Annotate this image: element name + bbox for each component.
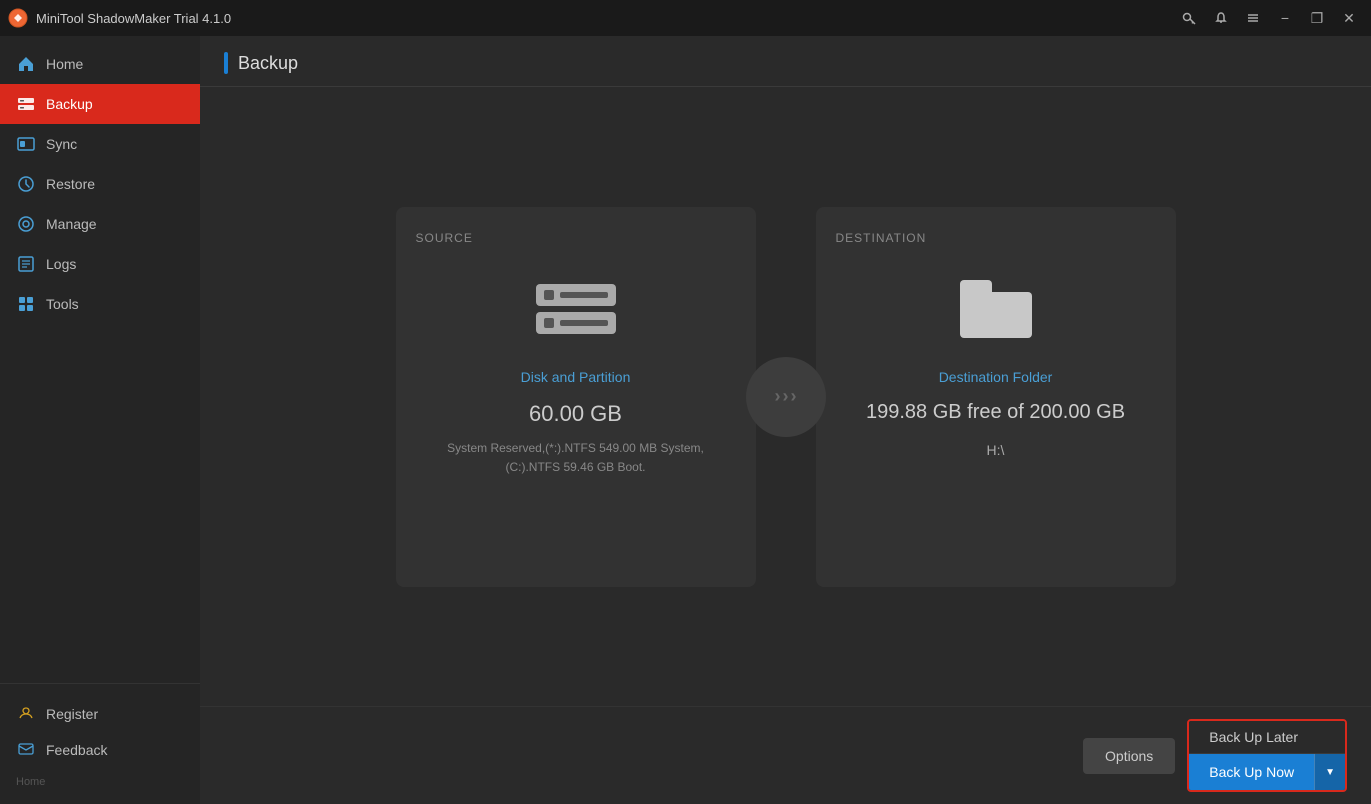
- page-header-accent: [224, 52, 228, 74]
- sidebar-item-feedback-label: Feedback: [46, 742, 107, 758]
- chevron-3: ›: [791, 386, 797, 407]
- register-icon: [16, 704, 36, 724]
- chevron-1: ›: [775, 386, 781, 407]
- titlebar: MiniTool ShadowMaker Trial 4.1.0 −: [0, 0, 1371, 36]
- sidebar-item-restore-label: Restore: [46, 176, 95, 192]
- tools-icon: [16, 294, 36, 314]
- sidebar-nav: Home Backup: [0, 36, 200, 683]
- source-type-label: Disk and Partition: [521, 369, 631, 385]
- restore-icon: [16, 174, 36, 194]
- sidebar-item-tools[interactable]: Tools: [0, 284, 200, 324]
- app-body: Home Backup: [0, 36, 1371, 804]
- folder-body: [960, 292, 1032, 338]
- sidebar-item-home-label: Home: [46, 56, 83, 72]
- destination-type-label: Destination Folder: [939, 369, 1053, 385]
- logs-icon: [16, 254, 36, 274]
- backup-button-group: Back Up Later Back Up Now ▼: [1187, 719, 1347, 792]
- app-version-bottom: Home: [16, 776, 45, 788]
- sidebar-item-logs[interactable]: Logs: [0, 244, 200, 284]
- destination-label: DESTINATION: [836, 231, 927, 245]
- sidebar-item-manage-label: Manage: [46, 216, 97, 232]
- backup-icon: [16, 94, 36, 114]
- app-logo: [8, 8, 28, 28]
- page-header: Backup: [200, 36, 1371, 87]
- sidebar-bottom: Register Feedback Home: [0, 683, 200, 804]
- back-up-now-row: Back Up Now ▼: [1189, 754, 1345, 790]
- destination-path: H:\: [987, 442, 1005, 458]
- manage-icon: [16, 214, 36, 234]
- disk-icon: [536, 284, 616, 334]
- titlebar-key-icon[interactable]: [1175, 4, 1203, 32]
- maximize-button[interactable]: ❐: [1303, 4, 1331, 32]
- source-size: 60.00 GB: [529, 401, 622, 427]
- sidebar-item-tools-label: Tools: [46, 296, 79, 312]
- minimize-button[interactable]: −: [1271, 4, 1299, 32]
- sync-icon: [16, 134, 36, 154]
- source-details: System Reserved,(*:).NTFS 549.00 MB Syst…: [447, 439, 704, 477]
- titlebar-menu-icon[interactable]: [1239, 4, 1267, 32]
- arrow-chevrons: › › ›: [775, 386, 797, 407]
- home-icon: [16, 54, 36, 74]
- backup-area: SOURCE Disk and Partition 60.00: [200, 87, 1371, 706]
- sidebar-item-register[interactable]: Register: [0, 696, 200, 732]
- sidebar-item-register-label: Register: [46, 706, 98, 722]
- destination-icon-area: [960, 269, 1032, 349]
- sidebar-item-sync-label: Sync: [46, 136, 77, 152]
- sidebar-item-backup[interactable]: Backup: [0, 84, 200, 124]
- sidebar-item-restore[interactable]: Restore: [0, 164, 200, 204]
- sidebar-item-sync[interactable]: Sync: [0, 124, 200, 164]
- sidebar-item-backup-label: Backup: [46, 96, 93, 112]
- destination-size: 199.88 GB free of 200.00 GB: [866, 401, 1125, 424]
- close-button[interactable]: ✕: [1335, 4, 1363, 32]
- disk-strip-1: [536, 284, 616, 306]
- options-button[interactable]: Options: [1083, 738, 1175, 774]
- folder-icon: [960, 280, 1032, 338]
- arrow-area: › › ›: [746, 357, 826, 437]
- sidebar: Home Backup: [0, 36, 200, 804]
- chevron-2: ›: [783, 386, 789, 407]
- back-up-now-dropdown[interactable]: ▼: [1314, 754, 1345, 790]
- bottom-bar: Options Back Up Later Back Up Now ▼: [200, 706, 1371, 804]
- app-title: MiniTool ShadowMaker Trial 4.1.0: [36, 11, 1175, 26]
- sidebar-item-logs-label: Logs: [46, 256, 76, 272]
- source-icon-area: [536, 269, 616, 349]
- source-label: SOURCE: [416, 231, 473, 245]
- source-card[interactable]: SOURCE Disk and Partition 60.00: [396, 207, 756, 587]
- page-title: Backup: [238, 53, 298, 74]
- sidebar-item-feedback[interactable]: Feedback: [0, 732, 200, 768]
- disk-strip-2: [536, 312, 616, 334]
- destination-card[interactable]: DESTINATION Destination Folder 199.88 GB…: [816, 207, 1176, 587]
- back-up-now-button[interactable]: Back Up Now: [1189, 754, 1314, 790]
- window-controls: − ❐ ✕: [1175, 4, 1363, 32]
- titlebar-notification-icon[interactable]: [1207, 4, 1235, 32]
- back-up-later-button[interactable]: Back Up Later: [1189, 721, 1345, 754]
- sidebar-item-manage[interactable]: Manage: [0, 204, 200, 244]
- sidebar-item-home[interactable]: Home: [0, 44, 200, 84]
- main-content: Backup SOURCE: [200, 36, 1371, 804]
- feedback-icon: [16, 740, 36, 760]
